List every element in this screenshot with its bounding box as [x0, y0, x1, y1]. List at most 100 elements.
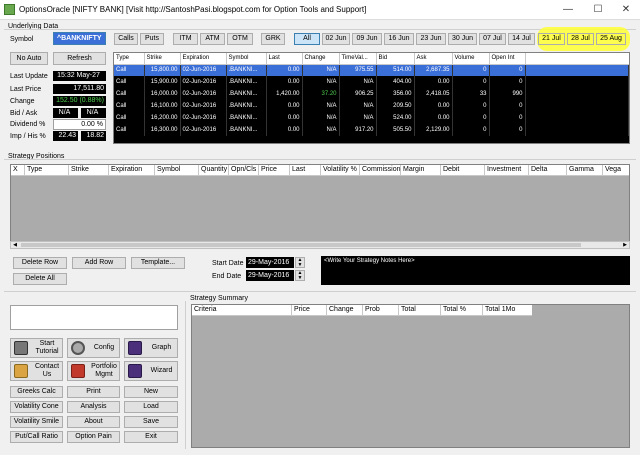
contact-us-button[interactable]: Contact Us — [10, 361, 63, 381]
col-gamma[interactable]: Gamma — [567, 165, 603, 175]
date-filter-16-jun[interactable]: 16 Jun — [384, 33, 414, 45]
otm-filter-button[interactable]: OTM — [227, 33, 253, 45]
col-type[interactable]: Type — [25, 165, 69, 175]
spin-down-icon[interactable]: ▼ — [298, 275, 303, 281]
col-prob[interactable]: Prob — [363, 305, 399, 315]
col-strike[interactable]: Strike — [69, 165, 109, 175]
col-volatility[interactable]: Volatility % — [321, 165, 360, 175]
dividend-input[interactable]: 0.00 % — [53, 119, 106, 130]
col-quantity[interactable]: Quantity — [199, 165, 229, 175]
calls-filter-button[interactable]: Calls — [114, 33, 138, 45]
no-auto-button[interactable]: No Auto — [10, 52, 48, 65]
date-filter-28-jul[interactable]: 28 Jul — [567, 33, 594, 45]
start-date-spinner[interactable]: ▲ ▼ — [295, 257, 305, 268]
col-bid[interactable]: Bid — [376, 53, 415, 65]
symbol-input[interactable]: ^BANKNIFTY — [53, 32, 106, 45]
date-filter-23-jun[interactable]: 23 Jun — [416, 33, 446, 45]
scroll-right-icon[interactable]: ▶ — [621, 242, 629, 248]
delete-row-button[interactable]: Delete Row — [13, 257, 67, 269]
table-row[interactable]: Call 16,300.00 02-Jun-2016 .BANKNI... 0.… — [114, 124, 629, 136]
spin-down-icon[interactable]: ▼ — [298, 262, 303, 268]
col-margin[interactable]: Margin — [401, 165, 441, 175]
col-total-1mo[interactable]: Total 1Mo — [483, 305, 524, 315]
strategy-positions-grid[interactable]: X Type Strike Expiration Symbol Quantity Opn/C… — [10, 164, 630, 249]
col-strike[interactable]: Strike — [144, 53, 181, 65]
exit-button[interactable]: Exit — [124, 431, 178, 443]
atm-filter-button[interactable]: ATM — [200, 33, 225, 45]
table-row[interactable]: Call 16,000.00 02-Jun-2016 .BANKNI... 1,… — [114, 88, 629, 100]
maximize-button[interactable]: ☐ — [584, 0, 612, 20]
volatility-smile-button[interactable]: Volatility Smile — [10, 416, 63, 428]
date-filter-21-jul[interactable]: 21 Jul — [538, 33, 565, 45]
col-delta[interactable]: Delta — [529, 165, 567, 175]
scroll-left-icon[interactable]: ◀ — [11, 242, 19, 248]
load-button[interactable]: Load — [124, 401, 178, 413]
date-filter-02-jun[interactable]: 02 Jun — [322, 33, 350, 45]
start-tutorial-button[interactable]: Start Tutorial — [10, 338, 63, 358]
date-filter-30-jun[interactable]: 30 Jun — [448, 33, 477, 45]
greeks-toggle-button[interactable]: GRK — [261, 33, 285, 45]
minimize-button[interactable]: — — [554, 0, 582, 20]
strategy-notes-textarea[interactable]: <Write Your Strategy Notes Here> — [321, 256, 630, 285]
col-total[interactable]: Total — [399, 305, 441, 315]
col-opn-cls[interactable]: Opn/Cls — [229, 165, 259, 175]
col-expiration[interactable]: Expiration — [109, 165, 155, 175]
scrollbar-thumb[interactable] — [21, 243, 581, 247]
col-investment[interactable]: Investment — [485, 165, 529, 175]
col-type[interactable]: Type — [114, 53, 145, 65]
col-total-pct[interactable]: Total % — [441, 305, 483, 315]
new-button[interactable]: New — [124, 386, 178, 398]
col-commission[interactable]: Commission — [360, 165, 401, 175]
col-symbol[interactable]: Symbol — [155, 165, 199, 175]
analysis-button[interactable]: Analysis — [67, 401, 120, 413]
col-x[interactable]: X — [11, 165, 25, 175]
put-call-ratio-button[interactable]: Put/Call Ratio — [10, 431, 63, 443]
start-date-input[interactable]: 29-May-2016 — [246, 257, 294, 268]
horizontal-scrollbar[interactable]: ◀ ▶ — [10, 241, 630, 249]
col-open-int[interactable]: Open Int — [489, 53, 526, 65]
col-last[interactable]: Last — [266, 53, 303, 65]
date-filter-14-jul[interactable]: 14 Jul — [508, 33, 535, 45]
graph-button[interactable]: Graph — [124, 338, 178, 358]
table-row[interactable]: Call 16,100.00 02-Jun-2016 .BANKNI... 0.… — [114, 100, 629, 112]
col-price[interactable]: Price — [292, 305, 327, 315]
table-row[interactable]: Call 15,900.00 02-Jun-2016 .BANKNI... 0.… — [114, 76, 629, 88]
date-filter-25-aug[interactable]: 25 Aug — [596, 33, 626, 45]
end-date-input[interactable]: 29-May-2016 — [246, 270, 294, 281]
table-row[interactable]: Call 16,200.00 02-Jun-2016 .BANKNI... 0.… — [114, 112, 629, 124]
option-pain-button[interactable]: Option Pain — [67, 431, 120, 443]
strategy-summary-grid[interactable]: Criteria Price Change Prob Total Total % Total… — [191, 304, 630, 448]
col-criteria[interactable]: Criteria — [192, 305, 292, 315]
col-expiration[interactable]: Expiration — [180, 53, 227, 65]
config-button[interactable]: Config — [67, 338, 120, 358]
end-date-spinner[interactable]: ▲ ▼ — [295, 270, 305, 281]
col-debit[interactable]: Debit — [441, 165, 485, 175]
add-row-button[interactable]: Add Row — [72, 257, 126, 269]
col-symbol[interactable]: Symbol — [226, 53, 267, 65]
refresh-button[interactable]: Refresh — [53, 52, 106, 65]
date-filter-07-jul[interactable]: 07 Jul — [479, 33, 506, 45]
option-chain-table[interactable]: Type Strike Expiration Symbol Last Chang… — [113, 52, 630, 144]
col-volume[interactable]: Volume — [452, 53, 490, 65]
about-button[interactable]: About — [67, 416, 120, 428]
col-timeval[interactable]: TimeVal... — [339, 53, 377, 65]
save-button[interactable]: Save — [124, 416, 178, 428]
itm-filter-button[interactable]: ITM — [173, 33, 198, 45]
col-price[interactable]: Price — [259, 165, 290, 175]
col-change[interactable]: Change — [302, 53, 340, 65]
col-vega[interactable]: Vega — [603, 165, 629, 175]
date-filter-all[interactable]: All — [294, 33, 320, 45]
close-button[interactable]: ✕ — [612, 0, 640, 20]
col-last[interactable]: Last — [290, 165, 321, 175]
greeks-calc-button[interactable]: Greeks Calc — [10, 386, 63, 398]
puts-filter-button[interactable]: Puts — [140, 33, 164, 45]
print-button[interactable]: Print — [67, 386, 120, 398]
col-change[interactable]: Change — [327, 305, 363, 315]
template-button[interactable]: Template... — [131, 257, 185, 269]
volatility-cone-button[interactable]: Volatility Cone — [10, 401, 63, 413]
col-ask[interactable]: Ask — [414, 53, 453, 65]
date-filter-09-jun[interactable]: 09 Jun — [352, 33, 382, 45]
portfolio-mgmt-button[interactable]: Portfolio Mgmt — [67, 361, 120, 381]
delete-all-button[interactable]: Delete All — [13, 273, 67, 285]
wizard-button[interactable]: Wizard — [124, 361, 178, 381]
